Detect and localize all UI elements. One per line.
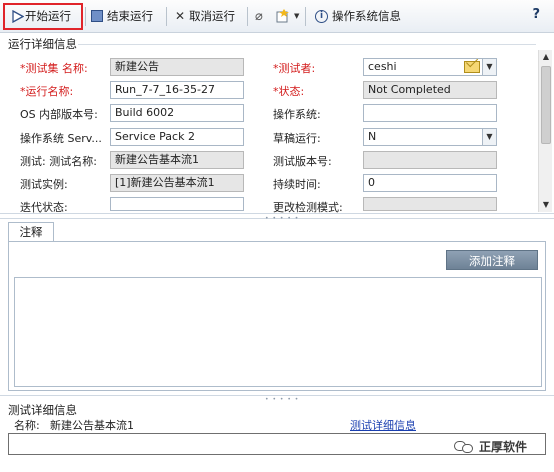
- watermark-text: 正厚软件: [479, 440, 528, 454]
- os-info-label: 操作系统信息: [332, 9, 401, 23]
- scroll-down-icon[interactable]: ▼: [541, 200, 551, 210]
- new-document-icon: [276, 9, 289, 23]
- os-service-label: 操作系统 Serv...: [20, 132, 102, 145]
- tester-label: *测试者:: [273, 62, 316, 75]
- run-name-field[interactable]: Run_7-7_16-35-27: [110, 81, 244, 99]
- draft-run-label: 草稿运行:: [273, 132, 321, 145]
- os-build-label: OS 内部版本号:: [20, 108, 98, 121]
- close-icon: ✕: [175, 9, 186, 23]
- chevron-down-icon[interactable]: ▼: [482, 129, 496, 145]
- os-info-button[interactable]: i 操作系统信息: [315, 6, 401, 26]
- tester-value: ceshi: [368, 60, 397, 73]
- draft-run-value: N: [368, 130, 377, 143]
- new-item-button[interactable]: ▼: [276, 6, 299, 26]
- info-icon: i: [315, 9, 328, 23]
- run-name-label: *运行名称:: [20, 85, 74, 98]
- duration-field[interactable]: 0: [363, 174, 497, 192]
- test-version-label: 测试版本号:: [273, 155, 332, 168]
- os-build-field[interactable]: Build 6002: [110, 104, 244, 122]
- testset-name-label: *测试集 名称:: [20, 62, 88, 75]
- chevron-down-icon[interactable]: ▼: [482, 59, 496, 75]
- test-details-name-label: 名称:: [14, 419, 40, 432]
- notes-panel: 添加注释: [8, 241, 546, 391]
- test-instance-label: 测试实例:: [20, 178, 68, 191]
- test-version-field[interactable]: [363, 151, 497, 169]
- attachment-button[interactable]: ⌀: [255, 6, 263, 26]
- testset-name-field[interactable]: 新建公告: [110, 58, 244, 76]
- wechat-icon: [454, 439, 474, 455]
- test-name-field[interactable]: 新建公告基本流1: [110, 151, 244, 169]
- toolbar-separator: [247, 7, 248, 26]
- test-name-label: 测试: 测试名称:: [20, 155, 97, 168]
- help-icon[interactable]: ?: [532, 7, 540, 22]
- tab-notes[interactable]: 注释: [8, 222, 54, 242]
- cancel-run-button[interactable]: ✕ 取消运行: [175, 6, 235, 26]
- os-field[interactable]: [363, 104, 497, 122]
- os-service-field[interactable]: Service Pack 2: [110, 128, 244, 146]
- section-divider: [78, 44, 536, 45]
- test-instance-field[interactable]: [1]新建公告基本流1: [110, 174, 244, 192]
- status-label: *状态:: [273, 85, 305, 98]
- toolbar-separator: [85, 7, 86, 26]
- panel-splitter[interactable]: • • • • •: [0, 213, 554, 222]
- status-field[interactable]: Not Completed: [363, 81, 497, 99]
- iteration-status-field[interactable]: [110, 197, 244, 211]
- test-details-link[interactable]: 测试详细信息: [350, 417, 416, 433]
- toolbar-separator: [305, 7, 306, 26]
- os-label: 操作系统:: [273, 108, 321, 121]
- panel-splitter[interactable]: • • • • •: [0, 395, 554, 403]
- notes-textarea[interactable]: [14, 277, 542, 387]
- draft-run-select[interactable]: N ▼: [363, 128, 497, 146]
- form-scrollbar[interactable]: ▲ ▼: [538, 50, 552, 212]
- end-run-label: 结束运行: [107, 9, 153, 23]
- chevron-down-icon: ▼: [294, 12, 300, 20]
- add-note-button[interactable]: 添加注释: [446, 250, 538, 270]
- start-run-highlight: [3, 3, 83, 30]
- test-details-title: 测试详细信息: [8, 403, 77, 417]
- test-details-name-value: 新建公告基本流1: [50, 419, 134, 432]
- paperclip-icon: ⌀: [255, 8, 263, 24]
- toolbar: 开始运行 结束运行 ✕ 取消运行 ⌀ ▼ i 操作系统信息 ?: [0, 0, 554, 33]
- change-detect-field[interactable]: [363, 197, 497, 211]
- scroll-thumb[interactable]: [541, 66, 551, 144]
- stop-icon: [91, 10, 103, 22]
- grip-icon: • • • • •: [265, 215, 300, 222]
- mail-icon[interactable]: [464, 61, 480, 73]
- scroll-up-icon[interactable]: ▲: [541, 52, 551, 62]
- end-run-button[interactable]: 结束运行: [91, 6, 153, 26]
- tester-field[interactable]: ceshi ▼: [363, 58, 497, 76]
- grip-icon: • • • • •: [265, 396, 300, 403]
- run-details-form: *测试集 名称: 新建公告 *测试者: ceshi ▼ *运行名称: Run_7…: [0, 50, 538, 214]
- cancel-run-label: 取消运行: [189, 9, 236, 23]
- duration-label: 持续时间:: [273, 178, 321, 191]
- toolbar-separator: [166, 7, 167, 26]
- watermark: 正厚软件: [454, 438, 527, 455]
